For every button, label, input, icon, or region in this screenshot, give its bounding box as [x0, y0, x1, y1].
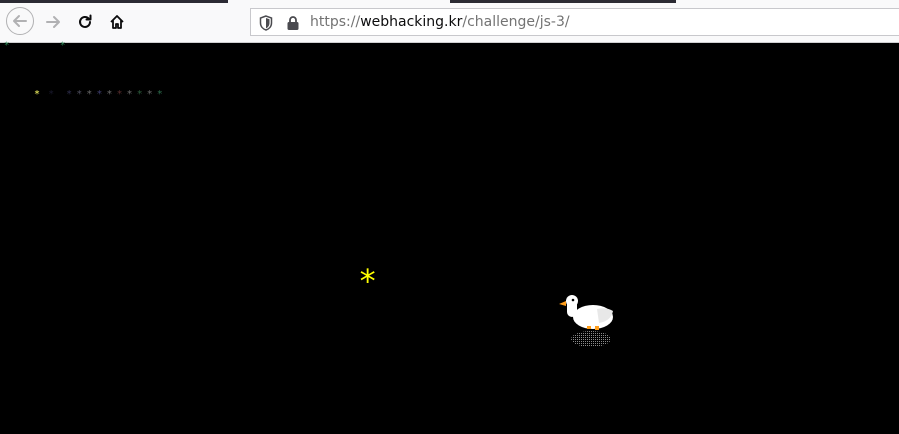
- star-top-1: *: [4, 41, 10, 51]
- star-row-item: *: [48, 89, 54, 100]
- star-row-item: *: [126, 89, 133, 100]
- shield-icon[interactable]: [259, 15, 273, 31]
- star-top-2: *: [60, 41, 66, 51]
- star-row-item: *: [76, 89, 82, 100]
- address-bar[interactable]: https://webhacking.kr/challenge/js-3/: [250, 8, 899, 36]
- big-star[interactable]: *: [358, 265, 377, 297]
- goose-icon[interactable]: [555, 293, 617, 349]
- reload-icon: [79, 14, 92, 28]
- home-button[interactable]: [103, 8, 131, 36]
- forward-arrow-icon: [46, 16, 60, 28]
- url-scheme: https://: [310, 14, 361, 30]
- star-row-item: *: [106, 89, 112, 100]
- star-row: * * * * * * * * * * * *: [34, 89, 163, 100]
- star-row-item: *: [136, 89, 143, 100]
- forward-button[interactable]: [39, 8, 67, 36]
- star-row-item: *: [146, 89, 153, 100]
- star-row-item: *: [66, 89, 72, 100]
- url-text[interactable]: https://webhacking.kr/challenge/js-3/: [310, 14, 570, 30]
- page-content: * * * * * * * * * * * * * * *: [0, 41, 899, 434]
- url-host: webhacking.kr: [360, 14, 463, 30]
- star-row-item: *: [116, 89, 122, 100]
- star-row-item: *: [86, 89, 92, 100]
- star-row-item: *: [156, 89, 163, 100]
- tab-indicator: [676, 0, 899, 3]
- url-path: /challenge/js-3/: [462, 14, 570, 30]
- back-button[interactable]: [6, 7, 34, 35]
- star-row-item: *: [34, 89, 40, 100]
- home-icon: [110, 15, 124, 29]
- back-arrow-icon: [13, 15, 27, 27]
- tab-active-indicator: [228, 0, 450, 3]
- tab-strip: [0, 0, 899, 3]
- reload-button[interactable]: [71, 8, 99, 36]
- lock-icon[interactable]: [286, 15, 300, 31]
- browser-toolbar: https://webhacking.kr/challenge/js-3/: [0, 0, 899, 43]
- star-row-item: *: [96, 89, 102, 100]
